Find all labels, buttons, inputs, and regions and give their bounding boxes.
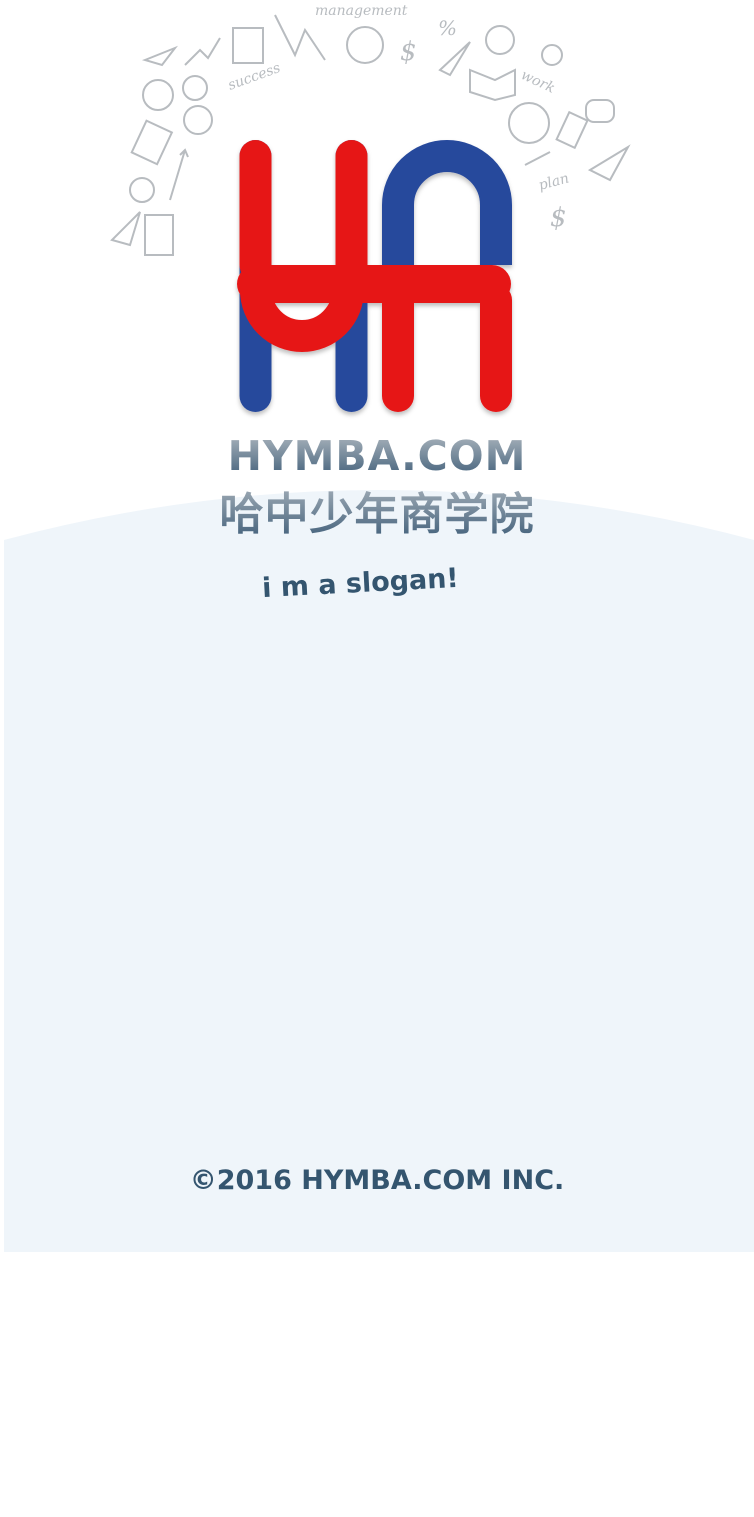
copyright-footer: ©2016 HYMBA.COM INC. xyxy=(189,1165,565,1196)
illustration-word-work: work xyxy=(518,67,557,97)
illustration-percent: % xyxy=(438,16,457,40)
illustration-dollar: $ xyxy=(550,203,567,233)
hymba-logo xyxy=(237,140,512,412)
illustration-word-management: management xyxy=(315,3,408,19)
illustration-word-success: success xyxy=(226,60,283,94)
illustration-dollar: $ xyxy=(400,37,417,67)
illustration-word-plan: plan xyxy=(537,170,571,193)
brand-name-chinese: 哈中少年商学院 xyxy=(0,478,754,542)
brand-name-english: HYMBA.COM xyxy=(0,432,754,480)
